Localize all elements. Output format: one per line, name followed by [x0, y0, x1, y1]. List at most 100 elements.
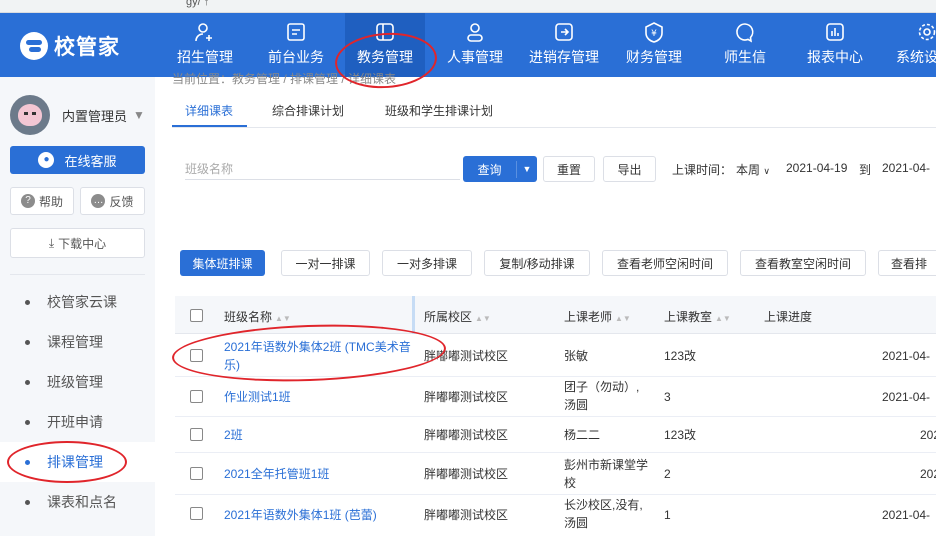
class-name-link[interactable]: 作业测试1班 [224, 388, 291, 406]
bullet-icon [25, 379, 30, 385]
nav-label: 报表中心 [807, 49, 863, 65]
class-name-link[interactable]: 2021全年托管班1班 [224, 465, 329, 483]
row-checkbox[interactable] [190, 390, 203, 403]
class-name-link[interactable]: 2班 [224, 426, 243, 444]
logo-mark-icon [20, 32, 48, 60]
person-icon [464, 21, 486, 43]
export-button[interactable]: 导出 [603, 156, 656, 182]
more-view-button[interactable]: 查看排 [878, 250, 936, 276]
date-cell: 2021-04- [882, 349, 931, 363]
nav-item-inventory[interactable]: 进销存管理 [524, 13, 604, 77]
online-service-button[interactable]: ● 在线客服 [10, 146, 145, 174]
url-fragment: gy/ ↑ [186, 0, 210, 8]
feedback-label: 反馈 [109, 194, 134, 209]
row-checkbox[interactable] [190, 428, 203, 441]
campus-cell: 胖嘟嘟测试校区 [424, 428, 509, 442]
column-label: 上课教室 [664, 310, 713, 324]
help-button[interactable]: ? 帮助 [10, 187, 74, 215]
reset-button[interactable]: 重置 [543, 156, 595, 182]
campus-cell: 胖嘟嘟测试校区 [424, 467, 509, 481]
bullet-icon [25, 339, 30, 345]
top-navigation: 校管家 招生管理 前台业务 教务管理 人事管理 进销存管理 ¥ 财务管理 师生信… [0, 13, 936, 77]
logo[interactable]: 校管家 [20, 31, 120, 61]
nav-label: 进销存管理 [529, 49, 599, 65]
one-to-many-schedule-button[interactable]: 一对多排课 [382, 250, 472, 276]
column-room[interactable]: 上课教室 ▲▼ [664, 308, 731, 325]
campus-cell: 胖嘟嘟测试校区 [424, 508, 509, 522]
class-time-label: 上课时间： [672, 163, 733, 177]
column-class-name[interactable]: 班级名称 ▲▼ [224, 308, 291, 325]
date-cell: 202 [920, 467, 936, 481]
nav-item-enrollment[interactable]: 招生管理 [166, 13, 244, 77]
date-start-input[interactable]: 2021-04-19 [786, 161, 847, 175]
sidebar-item-timetable-rollcall[interactable]: 课表和点名 [0, 482, 155, 522]
query-label: 查询 [463, 160, 517, 178]
column-resize-handle[interactable] [412, 296, 415, 334]
room-cell: 123改 [664, 349, 697, 363]
gear-icon [916, 21, 936, 43]
chevron-down-icon[interactable]: ▼ [517, 164, 537, 174]
teacher-cell: 团子（勿动）,汤圆 [564, 380, 640, 412]
nav-item-reports[interactable]: 报表中心 [798, 13, 872, 77]
exchange-icon [553, 21, 575, 43]
avatar [10, 95, 50, 135]
nav-label: 招生管理 [177, 49, 233, 65]
sidebar-item-label: 开班申请 [47, 414, 103, 430]
nav-item-hr[interactable]: 人事管理 [437, 13, 513, 77]
column-label: 所属校区 [424, 310, 473, 324]
chevron-down-icon: ∨ [763, 166, 770, 176]
online-service-label: 在线客服 [64, 153, 117, 169]
nav-label: 师生信 [724, 49, 766, 65]
tab-active-indicator [172, 125, 247, 127]
date-end-input[interactable]: 2021-04- [882, 161, 930, 175]
bullet-icon [25, 499, 30, 505]
sort-icon: ▲▼ [475, 314, 491, 323]
download-center-button[interactable]: ⤓ 下载中心 [10, 228, 145, 258]
column-label: 上课老师 [564, 310, 613, 324]
yen-shield-icon: ¥ [643, 21, 665, 43]
nav-item-front-desk[interactable]: 前台业务 [257, 13, 335, 77]
class-name-link[interactable]: 2021年语数外集体1班 (芭蕾) [224, 506, 377, 524]
teacher-cell: 张敏 [564, 349, 589, 363]
date-range-separator: 到 [859, 163, 872, 177]
campus-cell: 胖嘟嘟测试校区 [424, 390, 509, 404]
tab-detailed-timetable[interactable]: 详细课表 [185, 102, 233, 119]
query-button[interactable]: 查询 ▼ [463, 156, 537, 182]
monitor-icon [285, 21, 307, 43]
period-select[interactable]: 本周 ∨ [736, 161, 770, 178]
tab-class-student-plan[interactable]: 班级和学生排课计划 [385, 102, 493, 119]
room-free-time-button[interactable]: 查看教室空闲时间 [740, 250, 866, 276]
chart-icon [824, 21, 846, 43]
tab-overall-plan[interactable]: 综合排课计划 [272, 102, 344, 119]
user-menu[interactable]: 内置管理员 ▼ [10, 95, 145, 135]
row-checkbox[interactable] [190, 507, 203, 520]
group-class-schedule-button[interactable]: 集体班排课 [180, 250, 265, 276]
sidebar-item-class-application[interactable]: 开班申请 [0, 402, 155, 442]
select-all-checkbox[interactable] [190, 309, 203, 322]
nav-label: 系统设 [896, 49, 936, 65]
sidebar-item-cloud-course[interactable]: 校管家云课 [0, 282, 155, 322]
browser-address-strip: gy/ ↑ [0, 0, 936, 13]
class-name-search-input[interactable] [185, 158, 460, 180]
teacher-free-time-button[interactable]: 查看老师空闲时间 [602, 250, 728, 276]
sidebar-item-label: 校管家云课 [47, 294, 117, 310]
sidebar-item-class-management[interactable]: 班级管理 [0, 362, 155, 402]
nav-item-settings[interactable]: 系统设 [888, 13, 936, 77]
nav-item-messages[interactable]: 师生信 [712, 13, 778, 77]
column-teacher[interactable]: 上课老师 ▲▼ [564, 308, 631, 325]
row-checkbox[interactable] [190, 467, 203, 480]
feedback-button[interactable]: … 反馈 [80, 187, 145, 215]
sidebar-item-course-management[interactable]: 课程管理 [0, 322, 155, 362]
copy-move-schedule-button[interactable]: 复制/移动排课 [484, 250, 590, 276]
teacher-cell: 彭州市新课堂学校 [564, 458, 649, 490]
table-row: 2021年语数外集体1班 (芭蕾) 胖嘟嘟测试校区 长沙校区,没有,汤圆 1 2… [175, 495, 936, 536]
tab-bar: 详细课表 综合排课计划 班级和学生排课计划 [172, 94, 936, 128]
room-cell: 123改 [664, 428, 697, 442]
teacher-cell: 杨二二 [564, 428, 601, 442]
column-campus[interactable]: 所属校区 ▲▼ [424, 308, 491, 325]
question-icon: ? [20, 194, 35, 208]
table-row: 作业测试1班 胖嘟嘟测试校区 团子（勿动）,汤圆 3 2021-04- [175, 377, 936, 417]
chat-icon [734, 21, 756, 43]
one-to-one-schedule-button[interactable]: 一对一排课 [281, 250, 370, 276]
nav-item-finance[interactable]: ¥ 财务管理 [618, 13, 690, 77]
